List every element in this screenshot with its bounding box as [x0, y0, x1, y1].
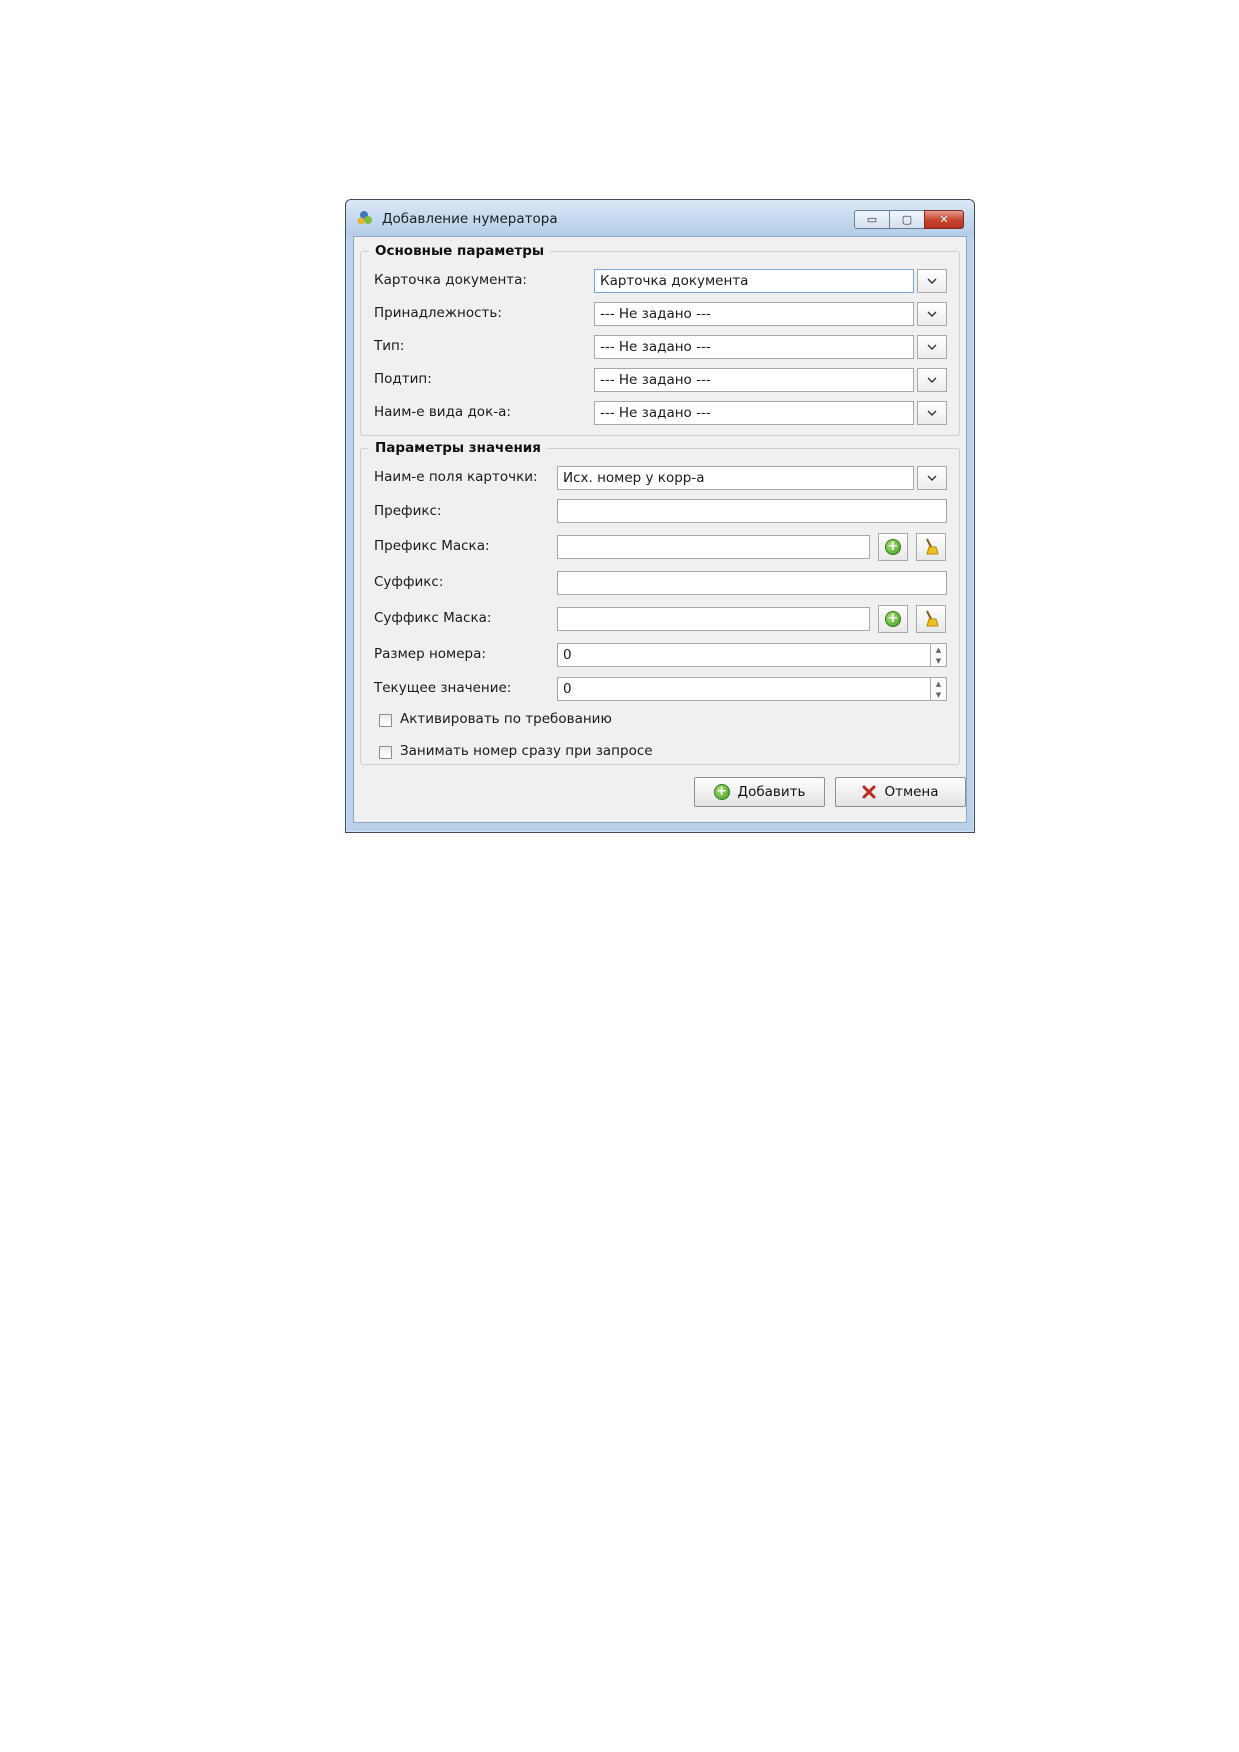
- spin-up-icon[interactable]: ▲: [936, 646, 941, 654]
- prefix-mask-clear-button[interactable]: [916, 533, 946, 561]
- add-button[interactable]: + Добавить: [694, 777, 825, 807]
- type-select[interactable]: --- Не задано ---: [594, 335, 914, 359]
- doc-kind-dropdown-button[interactable]: [917, 401, 947, 425]
- reserve-number-label[interactable]: Занимать номер сразу при запросе: [400, 743, 653, 759]
- cancel-button-label: Отмена: [884, 784, 939, 800]
- field-name-dropdown-button[interactable]: [917, 466, 947, 490]
- prefix-label: Префикс:: [374, 503, 442, 519]
- chevron-down-icon: [927, 311, 937, 317]
- add-numerator-dialog: Добавление нумератора ▭ ▢ ✕ Основные пар…: [345, 199, 975, 833]
- number-size-label: Размер номера:: [374, 646, 486, 662]
- reserve-number-checkbox[interactable]: [379, 746, 392, 759]
- dialog-body: Основные параметры Карточка документа: К…: [353, 236, 967, 823]
- chevron-down-icon: [927, 410, 937, 416]
- chevron-down-icon: [927, 278, 937, 284]
- belonging-dropdown-button[interactable]: [917, 302, 947, 326]
- prefix-mask-label: Префикс Маска:: [374, 538, 490, 554]
- number-size-input[interactable]: 0: [557, 643, 931, 667]
- doc-card-select[interactable]: Карточка документа: [594, 269, 914, 293]
- window-title: Добавление нумератора: [382, 211, 558, 227]
- type-dropdown-button[interactable]: [917, 335, 947, 359]
- maximize-icon: ▢: [901, 213, 913, 226]
- activate-on-demand-label[interactable]: Активировать по требованию: [400, 711, 612, 727]
- spin-down-icon[interactable]: ▼: [936, 657, 941, 665]
- doc-kind-label: Наим-е вида док-а:: [374, 404, 511, 420]
- red-x-icon: [862, 785, 876, 799]
- belonging-select[interactable]: --- Не задано ---: [594, 302, 914, 326]
- add-circle-icon: +: [713, 784, 730, 800]
- type-label: Тип:: [374, 338, 405, 354]
- chevron-down-icon: [927, 377, 937, 383]
- field-name-label: Наим-е поля карточки:: [374, 469, 538, 485]
- number-size-spinner[interactable]: ▲ ▼: [931, 643, 947, 667]
- app-icon: [357, 211, 372, 225]
- chevron-down-icon: [927, 475, 937, 481]
- prefix-mask-add-button[interactable]: +: [878, 533, 908, 561]
- current-value-label: Текущее значение:: [374, 680, 512, 696]
- cancel-button[interactable]: Отмена: [835, 777, 966, 807]
- value-params-legend: Параметры значения: [375, 440, 541, 456]
- subtype-select[interactable]: --- Не задано ---: [594, 368, 914, 392]
- main-params-legend: Основные параметры: [375, 243, 545, 259]
- subtype-dropdown-button[interactable]: [917, 368, 947, 392]
- minimize-button[interactable]: ▭: [854, 210, 890, 229]
- prefix-input[interactable]: [557, 499, 947, 523]
- doc-card-label: Карточка документа:: [374, 272, 527, 288]
- title-bar[interactable]: Добавление нумератора ▭ ▢ ✕: [346, 200, 974, 236]
- subtype-label: Подтип:: [374, 371, 432, 387]
- field-name-select[interactable]: Исх. номер у корр-а: [557, 466, 914, 490]
- minimize-icon: ▭: [866, 213, 878, 226]
- suffix-input[interactable]: [557, 571, 947, 595]
- activate-on-demand-checkbox[interactable]: [379, 714, 392, 727]
- close-icon: ✕: [939, 213, 949, 226]
- suffix-mask-input[interactable]: [557, 607, 870, 631]
- prefix-mask-input[interactable]: [557, 535, 870, 559]
- add-button-label: Добавить: [737, 784, 806, 800]
- spin-up-icon[interactable]: ▲: [936, 680, 941, 688]
- current-value-input[interactable]: 0: [557, 677, 931, 701]
- broom-icon: [926, 538, 939, 555]
- belonging-label: Принадлежность:: [374, 305, 502, 321]
- suffix-mask-clear-button[interactable]: [916, 605, 946, 633]
- suffix-mask-label: Суффикс Маска:: [374, 610, 492, 626]
- doc-card-dropdown-button[interactable]: [917, 269, 947, 293]
- close-button[interactable]: ✕: [924, 210, 964, 229]
- suffix-mask-add-button[interactable]: +: [878, 605, 908, 633]
- suffix-label: Суффикс:: [374, 574, 444, 590]
- add-circle-icon: +: [885, 539, 901, 555]
- doc-kind-select[interactable]: --- Не задано ---: [594, 401, 914, 425]
- current-value-spinner[interactable]: ▲ ▼: [931, 677, 947, 701]
- maximize-button[interactable]: ▢: [889, 210, 925, 229]
- broom-icon: [926, 610, 939, 627]
- spin-down-icon[interactable]: ▼: [936, 691, 941, 699]
- chevron-down-icon: [927, 344, 937, 350]
- add-circle-icon: +: [885, 611, 901, 627]
